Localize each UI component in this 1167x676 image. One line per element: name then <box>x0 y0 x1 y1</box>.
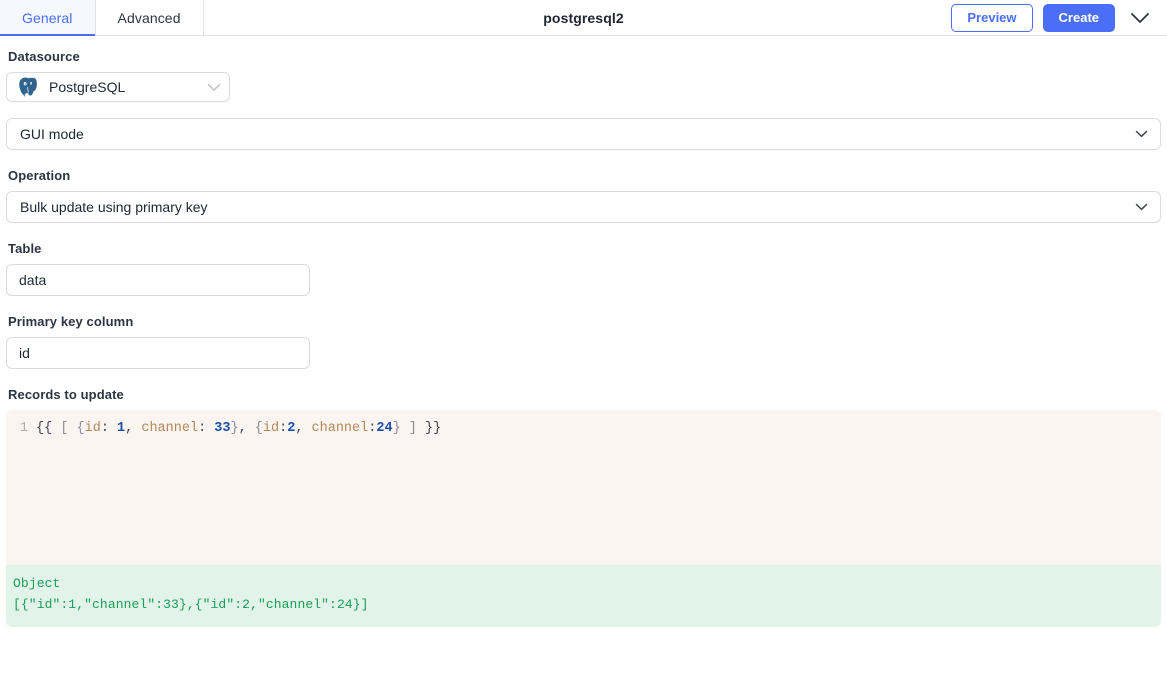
code-token <box>401 421 409 436</box>
header-actions: Preview Create <box>951 0 1167 36</box>
code-token: , <box>239 421 255 436</box>
collapse-panel-button[interactable] <box>1127 5 1153 31</box>
chevron-down-icon <box>1135 203 1148 211</box>
primary-key-input[interactable]: id <box>6 337 310 369</box>
operation-label: Operation <box>8 168 1161 183</box>
primary-key-label: Primary key column <box>8 314 1161 329</box>
operation-select[interactable]: Bulk update using primary key <box>6 191 1161 223</box>
code-token: ] <box>409 421 417 436</box>
table-input[interactable]: data <box>6 264 310 296</box>
code-token: , <box>125 421 141 436</box>
operation-value: Bulk update using primary key <box>20 199 1135 215</box>
code-token: }} <box>425 421 441 436</box>
evaluated-output-panel: Object [{"id":1,"channel":33},{"id":2,"c… <box>6 565 1161 627</box>
code-token <box>417 421 425 436</box>
code-token: } <box>393 421 401 436</box>
code-token: 33 <box>214 421 230 436</box>
mode-value: GUI mode <box>20 126 1135 142</box>
mode-select[interactable]: GUI mode <box>6 118 1161 150</box>
output-value: [{"id":1,"channel":33},{"id":2,"channel"… <box>13 594 1161 616</box>
chevron-down-icon <box>1130 12 1150 25</box>
datasource-value: PostgreSQL <box>49 79 198 95</box>
code-token: 24 <box>376 421 392 436</box>
datasource-field: Datasource <box>6 49 1161 102</box>
code-token: 1 <box>117 421 125 436</box>
tab-advanced[interactable]: Advanced <box>96 0 204 35</box>
primary-key-field: Primary key column id <box>6 314 1161 369</box>
datasource-select[interactable]: PostgreSQL <box>6 72 230 102</box>
table-label: Table <box>8 241 1161 256</box>
code-token: { <box>255 421 263 436</box>
records-field: Records to update 1 {{ [ {id: 1, channel… <box>6 387 1161 627</box>
records-code-editor[interactable]: 1 {{ [ {id: 1, channel: 33}, {id:2, chan… <box>6 410 1161 565</box>
preview-button[interactable]: Preview <box>951 4 1032 33</box>
chevron-down-icon <box>1135 130 1148 138</box>
primary-key-value: id <box>19 345 30 361</box>
code-token: } <box>230 421 238 436</box>
tab-bar: General Advanced <box>0 0 204 35</box>
code-token: channel <box>312 421 369 436</box>
chevron-down-icon <box>207 83 221 92</box>
code-token: id <box>263 421 279 436</box>
code-token <box>68 421 76 436</box>
code-token: , <box>295 421 311 436</box>
postgresql-elephant-icon <box>16 75 40 99</box>
operation-field: Operation Bulk update using primary key <box>6 168 1161 223</box>
code-token: : <box>101 421 117 436</box>
code-token: { <box>77 421 85 436</box>
code-token: {{ <box>36 421 52 436</box>
output-type: Object <box>13 574 1161 594</box>
code-line: 1 {{ [ {id: 1, channel: 33}, {id:2, chan… <box>6 419 1161 438</box>
page-title: postgresql2 <box>543 10 623 26</box>
table-field: Table data <box>6 241 1161 296</box>
records-label: Records to update <box>8 387 1161 402</box>
tab-advanced-label: Advanced <box>118 10 181 26</box>
code-token: id <box>85 421 101 436</box>
code-content: {{ [ {id: 1, channel: 33}, {id:2, channe… <box>36 419 441 438</box>
table-value: data <box>19 272 46 288</box>
datasource-label: Datasource <box>8 49 1161 64</box>
code-token: : <box>279 421 287 436</box>
line-number: 1 <box>6 419 36 438</box>
form-body: Datasource <box>0 49 1167 627</box>
create-button[interactable]: Create <box>1043 4 1115 33</box>
tab-general-label: General <box>22 10 73 26</box>
code-token: : <box>198 421 214 436</box>
code-token: channel <box>141 421 198 436</box>
tab-general[interactable]: General <box>0 0 96 35</box>
editor-header: General Advanced postgresql2 Preview Cre… <box>0 0 1167 36</box>
